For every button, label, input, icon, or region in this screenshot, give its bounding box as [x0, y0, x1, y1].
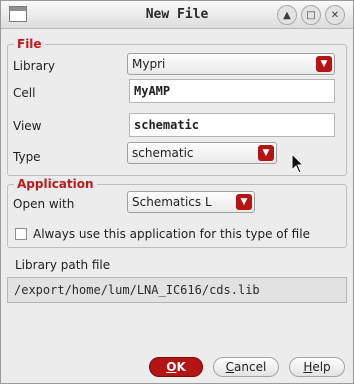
help-button-mnemonic: H: [303, 360, 313, 374]
type-value: schematic: [132, 146, 194, 160]
ok-button[interactable]: OK: [149, 357, 203, 377]
view-input[interactable]: schematic: [129, 113, 335, 137]
chevron-down-icon[interactable]: ▼: [236, 194, 252, 210]
title-bar[interactable]: New File ▲ □ ✕: [1, 1, 353, 29]
library-path-label: Library path file: [15, 258, 111, 272]
ok-button-mnemonic: O: [166, 360, 177, 374]
always-use-label[interactable]: Always use this application for this typ…: [33, 227, 310, 241]
application-group-legend: Application: [14, 177, 97, 191]
open-with-label: Open with: [13, 197, 75, 211]
type-label: Type: [13, 150, 41, 164]
type-dropdown[interactable]: schematic ▼: [127, 142, 277, 164]
file-group-legend: File: [14, 37, 45, 51]
mouse-pointer-icon: [291, 153, 305, 174]
library-label: Library: [13, 59, 55, 73]
help-button[interactable]: Help: [289, 357, 345, 377]
close-icon[interactable]: ✕: [325, 5, 345, 25]
cell-input[interactable]: MyAMP: [129, 79, 335, 103]
open-with-value: Schematics L: [132, 195, 212, 209]
cancel-button-label: ancel: [234, 360, 267, 374]
cancel-button[interactable]: Cancel: [213, 357, 279, 377]
open-with-dropdown[interactable]: Schematics L ▼: [127, 191, 255, 213]
help-button-label: elp: [312, 360, 331, 374]
chevron-down-icon[interactable]: ▼: [316, 56, 332, 72]
cancel-button-mnemonic: C: [225, 360, 235, 374]
chevron-down-icon[interactable]: ▼: [258, 145, 274, 161]
cell-label: Cell: [13, 86, 36, 100]
library-value: Mypri: [132, 57, 166, 71]
maximize-icon[interactable]: □: [301, 5, 321, 25]
library-path-field: /export/home/lum/LNA_IC616/cds.lib: [7, 277, 347, 303]
new-file-dialog: New File ▲ □ ✕ File Library Mypri ▼ Cell…: [0, 0, 354, 384]
always-use-checkbox[interactable]: [15, 228, 27, 240]
up-arrow-icon[interactable]: ▲: [277, 5, 297, 25]
ok-button-label: K: [176, 360, 186, 374]
view-label: View: [13, 119, 42, 133]
library-dropdown[interactable]: Mypri ▼: [127, 53, 335, 75]
